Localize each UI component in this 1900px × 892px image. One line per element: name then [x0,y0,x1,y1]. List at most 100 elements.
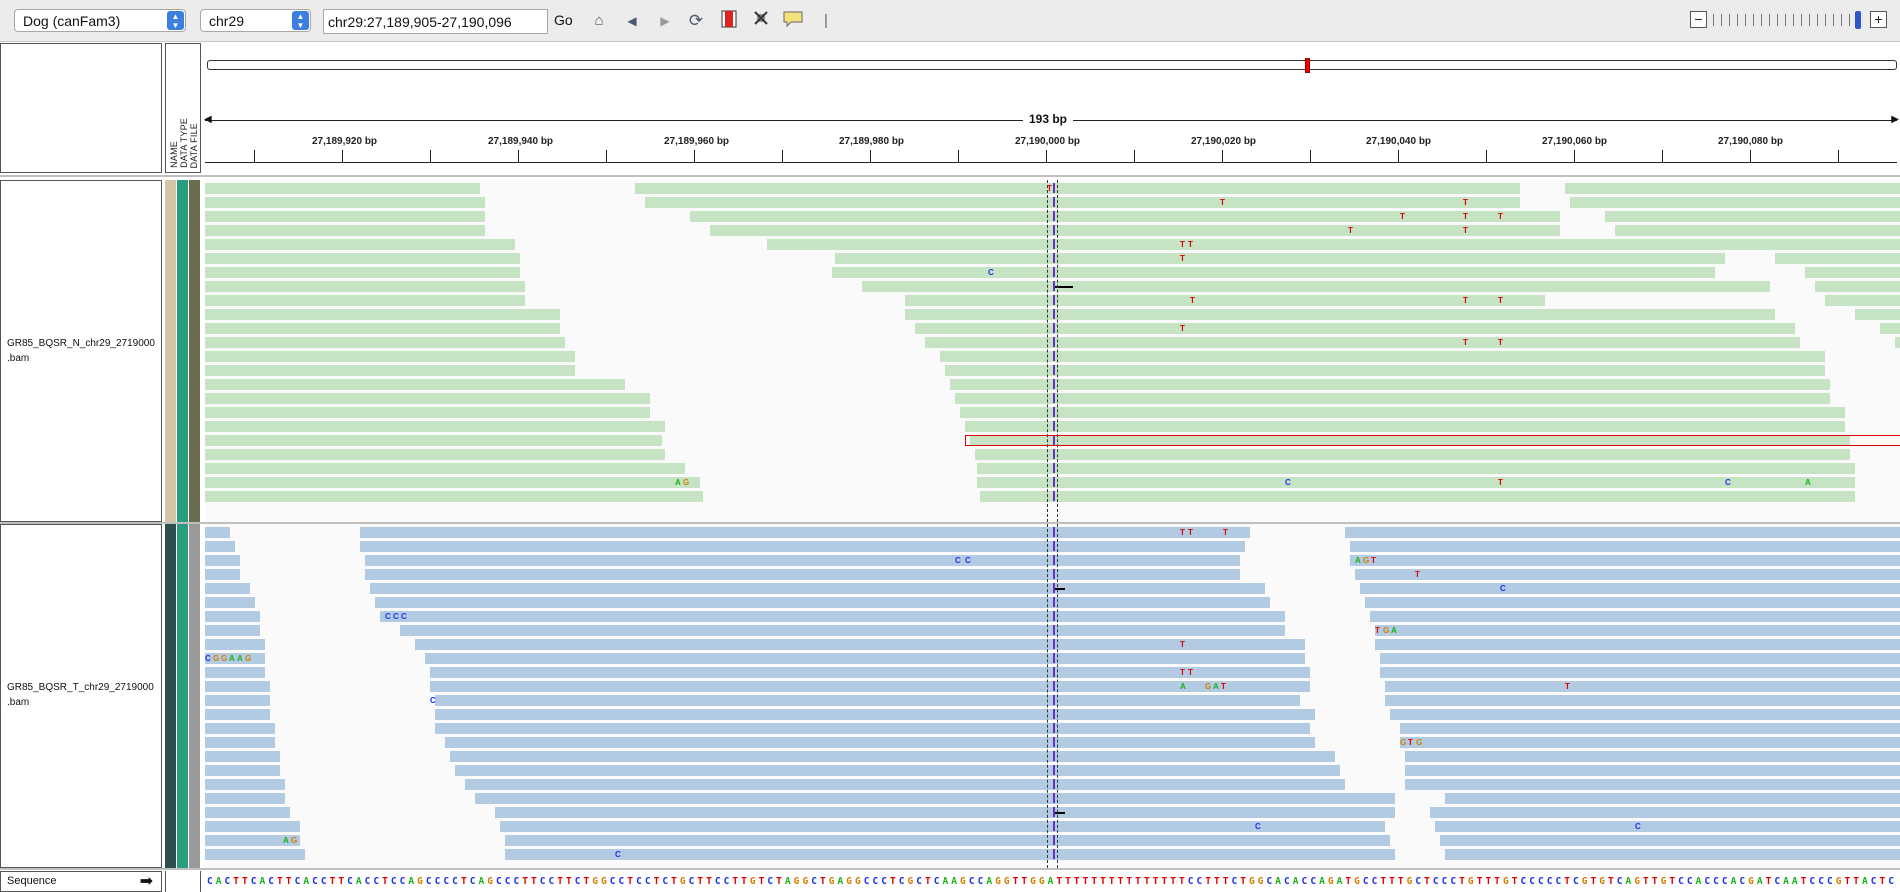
read[interactable] [205,611,260,622]
read[interactable] [455,765,1340,776]
read[interactable] [425,653,1305,664]
popup-info-icon[interactable] [782,10,804,32]
read[interactable] [205,681,270,692]
attribute-panel-tumor[interactable] [165,524,201,868]
read[interactable] [1605,211,1900,222]
read[interactable] [205,393,650,404]
read[interactable] [1350,541,1900,552]
read[interactable] [1380,653,1900,664]
read[interactable] [365,569,1240,580]
read[interactable] [1880,323,1900,334]
attr-cell-normal-file[interactable] [189,180,200,522]
read[interactable] [375,597,1270,608]
read[interactable] [1570,197,1900,208]
attribute-panel-normal[interactable] [165,180,201,522]
read[interactable] [205,309,560,320]
read[interactable] [430,681,1310,692]
read[interactable] [380,611,1285,622]
read[interactable] [980,491,1855,502]
read[interactable] [975,449,1850,460]
read[interactable] [1405,779,1900,790]
strand-arrow-icon[interactable]: ➡ [140,871,153,891]
read[interactable] [205,365,575,376]
read[interactable] [835,253,1725,264]
read[interactable] [1355,569,1900,580]
read[interactable] [1445,849,1900,860]
read[interactable] [500,821,1385,832]
read[interactable] [635,183,1520,194]
read[interactable] [977,477,1855,488]
read[interactable] [505,835,1390,846]
read[interactable] [1370,611,1900,622]
read[interactable] [1385,695,1900,706]
read[interactable] [950,379,1830,390]
read[interactable] [1445,793,1900,804]
read[interactable] [1895,337,1900,348]
track-name-panel-tumor[interactable]: GR85_BQSR_T_chr29_2719000 .bam [0,524,162,868]
attr-label-name[interactable]: NAME [169,141,179,168]
read[interactable] [205,639,265,650]
back-icon[interactable]: ◀ [621,10,643,32]
read[interactable] [905,309,1775,320]
read[interactable] [205,337,565,348]
zoom-in-icon[interactable]: + [1870,11,1887,28]
read[interactable] [415,639,1305,650]
read[interactable] [1435,821,1900,832]
read[interactable] [205,379,625,390]
read[interactable] [205,779,285,790]
read[interactable] [205,197,485,208]
read[interactable] [205,407,650,418]
read[interactable] [645,197,1520,208]
read[interactable] [205,583,250,594]
read[interactable] [945,365,1825,376]
read[interactable] [205,821,300,832]
read[interactable] [205,807,290,818]
read[interactable] [1385,681,1900,692]
chromosome-dropdown[interactable]: chr29 ▲ ▼ [200,9,311,32]
read[interactable] [445,737,1315,748]
read[interactable] [1350,555,1900,566]
track-name-panel-normal[interactable]: GR85_BQSR_N_chr29_2719000 .bam [0,180,162,522]
read[interactable] [205,569,240,580]
read[interactable] [450,751,1335,762]
refresh-icon[interactable]: ⟳ [685,10,707,32]
read[interactable] [365,555,1240,566]
read[interactable] [1345,527,1900,538]
read[interactable] [1855,309,1900,320]
read[interactable] [205,281,525,292]
read[interactable] [205,709,270,720]
attr-cell-normal-name[interactable] [165,180,176,522]
read[interactable] [205,323,560,334]
go-button[interactable]: Go [554,12,573,28]
read[interactable] [1360,583,1900,594]
read[interactable] [1615,225,1900,236]
region-icon[interactable] [718,10,740,32]
sequence-name-panel[interactable]: Sequence ➡ [0,871,162,892]
read[interactable] [1565,183,1900,194]
read[interactable] [955,393,1830,404]
read[interactable] [205,527,230,538]
read[interactable] [1775,253,1900,264]
read[interactable] [1375,625,1900,636]
read[interactable] [1825,295,1900,306]
read[interactable] [495,807,1395,818]
read[interactable] [205,183,480,194]
read[interactable] [205,211,485,222]
read[interactable] [435,723,1310,734]
read[interactable] [862,281,1770,292]
read[interactable] [205,667,265,678]
read[interactable] [1400,723,1900,734]
resize-icon[interactable] [750,10,772,32]
read[interactable] [205,435,662,446]
read[interactable] [205,491,703,502]
read[interactable] [360,541,1245,552]
read[interactable] [205,541,235,552]
genome-dropdown[interactable]: Dog (canFam3) ▲ ▼ [14,9,186,32]
read[interactable] [435,709,1315,720]
read[interactable] [205,463,685,474]
attr-label-data-file[interactable]: DATA FILE [189,123,199,168]
read[interactable] [977,463,1855,474]
alignment-panel-tumor[interactable]: TTTCCAGTTCCCCTGATCGGAAGTTAGATTCGTGCCAGC [205,524,1900,868]
chromosome-ideogram[interactable] [207,58,1897,73]
read[interactable] [205,351,575,362]
